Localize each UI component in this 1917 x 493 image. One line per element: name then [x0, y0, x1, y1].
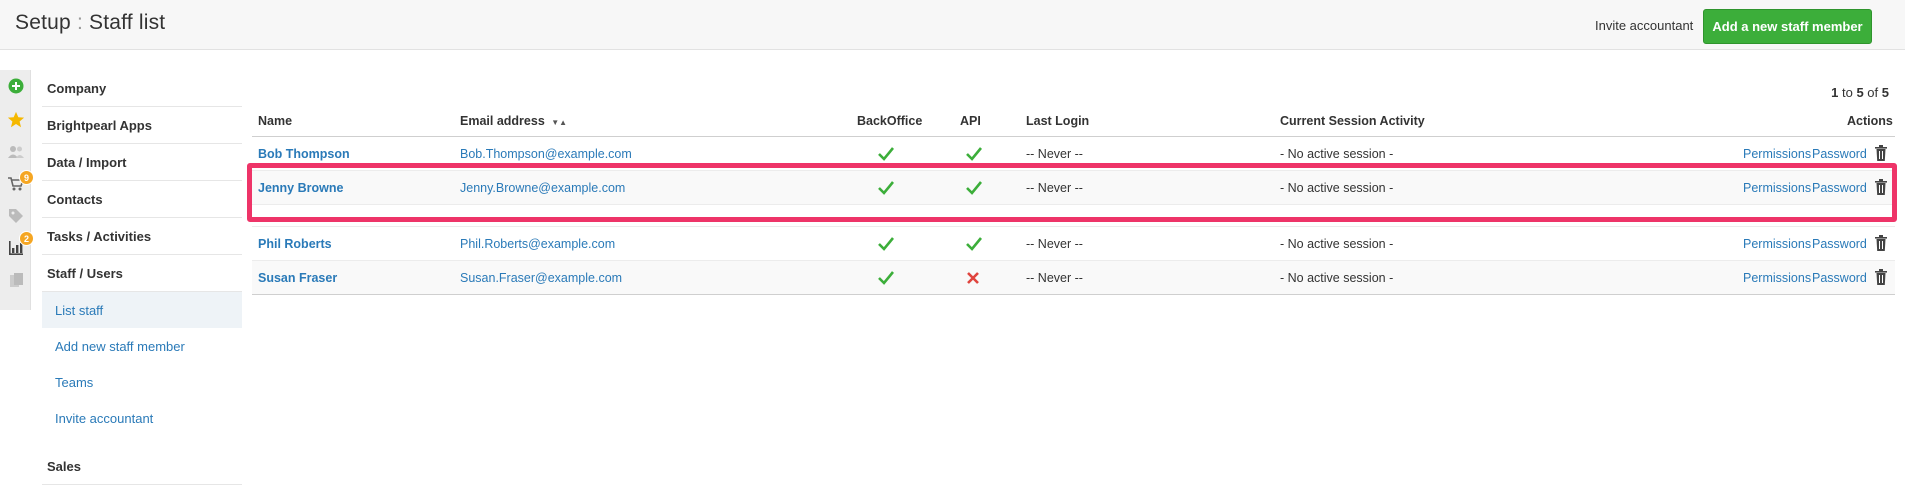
- title-separator: :: [76, 11, 83, 34]
- table-header: Name Email address ▼▲ BackOffice API Las…: [252, 104, 1895, 137]
- tag-icon[interactable]: [6, 206, 26, 226]
- session-activity: - No active session -: [1280, 237, 1394, 251]
- check-icon: [966, 237, 983, 254]
- title-page: Staff list: [89, 11, 166, 34]
- last-login: -- Never --: [1026, 237, 1083, 251]
- staff-name-link[interactable]: Jenny Browne: [258, 181, 343, 195]
- pagination-summary: 1 to 5 of 5: [1800, 85, 1889, 100]
- report-badge: 2: [19, 231, 34, 246]
- add-staff-button[interactable]: Add a new staff member: [1703, 9, 1872, 44]
- pager-to-label: to: [1838, 85, 1857, 100]
- password-link[interactable]: Password: [1812, 271, 1867, 285]
- check-icon: [878, 181, 895, 198]
- people-icon[interactable]: [6, 142, 26, 162]
- invite-accountant-link[interactable]: Invite accountant: [1595, 18, 1693, 33]
- staff-name-link[interactable]: Susan Fraser: [258, 271, 337, 285]
- pager-of-label: of: [1863, 85, 1882, 100]
- last-login: -- Never --: [1026, 181, 1083, 195]
- sort-icon[interactable]: ▼▲: [551, 118, 567, 127]
- last-login: -- Never --: [1026, 271, 1083, 285]
- page-header: Setup : Staff list Invite accountant Add…: [0, 0, 1905, 50]
- check-icon: [878, 147, 895, 164]
- staff-email-link[interactable]: Phil.Roberts@example.com: [460, 237, 615, 251]
- staff-email-link[interactable]: Susan.Fraser@example.com: [460, 271, 622, 285]
- header-backoffice: BackOffice: [857, 114, 923, 128]
- staff-name-link[interactable]: Phil Roberts: [258, 237, 332, 251]
- header-last-login: Last Login: [1026, 114, 1090, 128]
- icon-rail: 9 2: [0, 70, 34, 310]
- staff-table: Name Email address ▼▲ BackOffice API Las…: [252, 104, 1895, 295]
- pager-total: 5: [1881, 85, 1889, 100]
- nav-brightpearl-apps[interactable]: Brightpearl Apps: [42, 107, 242, 144]
- password-link[interactable]: Password: [1812, 181, 1867, 195]
- session-activity: - No active session -: [1280, 147, 1394, 161]
- last-login: -- Never --: [1026, 147, 1083, 161]
- permissions-link[interactable]: Permissions: [1743, 147, 1811, 161]
- header-email[interactable]: Email address ▼▲: [460, 114, 567, 128]
- table-row: Bob Thompson Bob.Thompson@example.com --…: [252, 137, 1895, 171]
- cross-icon: [966, 271, 982, 288]
- nav-data-import[interactable]: Data / Import: [42, 144, 242, 181]
- nav-staff-users[interactable]: Staff / Users: [42, 255, 242, 292]
- trash-icon[interactable]: [1874, 145, 1888, 161]
- password-link[interactable]: Password: [1812, 147, 1867, 161]
- nav-list-staff[interactable]: List staff: [42, 292, 242, 328]
- star-icon[interactable]: [6, 110, 26, 130]
- check-icon: [966, 181, 983, 198]
- permissions-link[interactable]: Permissions: [1743, 237, 1811, 251]
- permissions-link[interactable]: Permissions: [1743, 181, 1811, 195]
- trash-icon[interactable]: [1874, 235, 1888, 251]
- staff-email-link[interactable]: Bob.Thompson@example.com: [460, 147, 632, 161]
- cart-badge: 9: [19, 170, 34, 185]
- trash-icon[interactable]: [1874, 179, 1888, 195]
- nav-sales[interactable]: Sales: [42, 448, 242, 485]
- session-activity: - No active session -: [1280, 181, 1394, 195]
- nav-contacts[interactable]: Contacts: [42, 181, 242, 218]
- nav-tasks-activities[interactable]: Tasks / Activities: [42, 218, 242, 255]
- check-icon: [878, 237, 895, 254]
- nav-add-staff[interactable]: Add new staff member: [42, 328, 242, 364]
- nav-invite-accountant[interactable]: Invite accountant: [42, 400, 242, 436]
- header-api: API: [960, 114, 981, 128]
- table-row-obscured: [252, 205, 1895, 227]
- staff-email-link[interactable]: Jenny.Browne@example.com: [460, 181, 625, 195]
- staff-name-link[interactable]: Bob Thompson: [258, 147, 350, 161]
- nav-company[interactable]: Company: [42, 70, 242, 107]
- header-actions: Actions: [1847, 114, 1893, 128]
- password-link[interactable]: Password: [1812, 237, 1867, 251]
- header-email-label: Email address: [460, 114, 545, 128]
- add-icon[interactable]: [6, 76, 26, 96]
- clipboard-icon[interactable]: [6, 270, 26, 290]
- table-row: Susan Fraser Susan.Fraser@example.com --…: [252, 261, 1895, 295]
- page-title: Setup : Staff list: [15, 11, 165, 35]
- title-section: Setup: [15, 11, 71, 34]
- check-icon: [966, 147, 983, 164]
- check-icon: [878, 271, 895, 288]
- table-row: Phil Roberts Phil.Roberts@example.com --…: [252, 227, 1895, 261]
- session-activity: - No active session -: [1280, 271, 1394, 285]
- trash-icon[interactable]: [1874, 269, 1888, 285]
- header-name[interactable]: Name: [258, 114, 292, 128]
- header-session: Current Session Activity: [1280, 114, 1425, 128]
- nav-teams[interactable]: Teams: [42, 364, 242, 400]
- sidebar-nav: Company Brightpearl Apps Data / Import C…: [42, 70, 242, 485]
- pager-to: 5: [1856, 85, 1864, 100]
- permissions-link[interactable]: Permissions: [1743, 271, 1811, 285]
- table-row: Jenny Browne Jenny.Browne@example.com --…: [252, 171, 1895, 205]
